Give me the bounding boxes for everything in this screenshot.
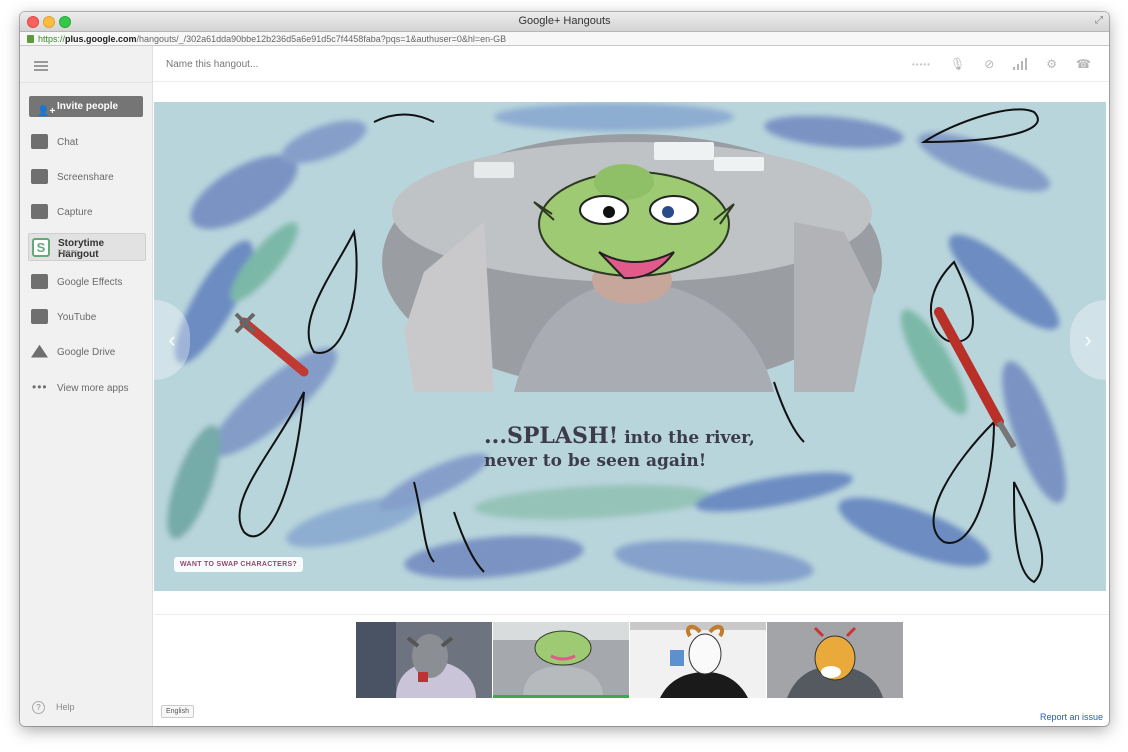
help-icon: ? bbox=[32, 701, 45, 714]
sidebar-item-youtube[interactable]: YouTube bbox=[28, 303, 146, 331]
swap-characters-button[interactable]: WANT TO SWAP CHARACTERS? bbox=[174, 557, 303, 572]
storybook-scene bbox=[154, 102, 1106, 591]
window-title: Google+ Hangouts bbox=[518, 15, 611, 27]
sidebar-item-label: View more apps bbox=[57, 383, 129, 394]
address-bar[interactable]: https://plus.google.com/hangouts/_/302a6… bbox=[20, 32, 1109, 46]
sidebar-item-screenshare[interactable]: Screenshare bbox=[28, 163, 146, 191]
add-person-icon: 👤+ bbox=[37, 106, 56, 117]
stage-divider bbox=[154, 614, 1109, 615]
screenshare-icon bbox=[31, 169, 48, 184]
sidebar-item-capture[interactable]: Capture bbox=[28, 198, 146, 226]
effects-icon bbox=[31, 274, 48, 289]
participant-thumbnail[interactable] bbox=[356, 622, 492, 698]
sidebar-divider bbox=[20, 82, 152, 83]
caption-line1: into the river, bbox=[618, 428, 755, 448]
menu-icon[interactable] bbox=[34, 61, 48, 71]
sidebar: 👤+ Invite people Chat Screenshare Captur… bbox=[20, 46, 153, 726]
sidebar-item-label: Google Effects bbox=[57, 277, 123, 288]
more-options-icon[interactable]: ••••• bbox=[912, 60, 931, 69]
help-link[interactable]: ? Help bbox=[32, 701, 75, 714]
sidebar-item-view-more-apps[interactable]: ••• View more apps bbox=[28, 374, 146, 402]
sidebar-item-google-effects[interactable]: Google Effects bbox=[28, 268, 146, 296]
main-video-stage: ‹ › ...SPLASH! into the river, never to … bbox=[154, 102, 1106, 591]
sidebar-item-label: YouTube bbox=[57, 312, 97, 323]
youtube-icon bbox=[31, 309, 48, 324]
settings-gear-icon[interactable]: ⚙ bbox=[1046, 57, 1057, 71]
participant-filmstrip bbox=[356, 622, 903, 698]
sidebar-item-label: Screenshare bbox=[57, 172, 114, 183]
sidebar-item-storytime[interactable]: S Storytime Hangout Kenzo bbox=[28, 233, 146, 261]
camera-off-icon[interactable]: ⊘ bbox=[984, 57, 994, 71]
report-issue-link[interactable]: Report an issue bbox=[1040, 712, 1103, 722]
url-path: /hangouts/_/302a61dda90bbe12b236d5a6e91d… bbox=[136, 34, 507, 44]
hangout-toolbar: Name this hangout... ••••• 🎙 ⊘ ⚙ ☎ bbox=[153, 46, 1109, 82]
more-dots-icon: ••• bbox=[32, 380, 48, 394]
browser-window: Google+ Hangouts ⤢ https://plus.google.c… bbox=[20, 12, 1109, 726]
url-host: plus.google.com bbox=[65, 34, 137, 44]
lock-icon bbox=[27, 35, 34, 43]
caption-line2: never to be seen again! bbox=[484, 451, 707, 471]
drive-icon bbox=[31, 344, 48, 358]
story-caption: ...SPLASH! into the river, never to be s… bbox=[484, 425, 755, 473]
camera-icon bbox=[31, 204, 48, 219]
fullscreen-icon[interactable]: ⤢ bbox=[1095, 15, 1103, 26]
mute-microphone-icon[interactable]: 🎙 bbox=[950, 57, 965, 71]
storytime-icon: S bbox=[32, 238, 50, 257]
hangout-app: 👤+ Invite people Chat Screenshare Captur… bbox=[20, 46, 1109, 726]
sidebar-item-google-drive[interactable]: Google Drive bbox=[28, 338, 146, 366]
participant-thumbnail[interactable] bbox=[630, 622, 766, 698]
url-scheme: https:// bbox=[38, 34, 66, 44]
participant-thumbnail-selected[interactable] bbox=[493, 622, 629, 698]
sidebar-item-label: Capture bbox=[57, 207, 93, 218]
hang-up-icon[interactable]: ☎ bbox=[1076, 57, 1091, 71]
invite-people-label: Invite people bbox=[57, 101, 119, 112]
sidebar-item-label: Chat bbox=[57, 137, 79, 148]
caption-splash: ...SPLASH! bbox=[484, 423, 619, 449]
participant-thumbnail[interactable] bbox=[767, 622, 903, 698]
storytime-subtitle: Kenzo bbox=[58, 249, 78, 256]
sidebar-item-chat[interactable]: Chat bbox=[28, 128, 146, 156]
invite-people-button[interactable]: 👤+ Invite people bbox=[29, 96, 143, 117]
title-bar: Google+ Hangouts ⤢ bbox=[20, 12, 1109, 32]
help-label: Help bbox=[56, 702, 75, 712]
call-controls: ••••• 🎙 ⊘ ⚙ ☎ bbox=[912, 57, 1091, 71]
sidebar-item-label: Google Drive bbox=[57, 347, 116, 358]
hangout-name-input[interactable]: Name this hangout... bbox=[166, 59, 258, 70]
language-selector[interactable]: English bbox=[161, 705, 194, 718]
chat-icon bbox=[31, 134, 48, 149]
bandwidth-icon[interactable] bbox=[1013, 58, 1028, 70]
